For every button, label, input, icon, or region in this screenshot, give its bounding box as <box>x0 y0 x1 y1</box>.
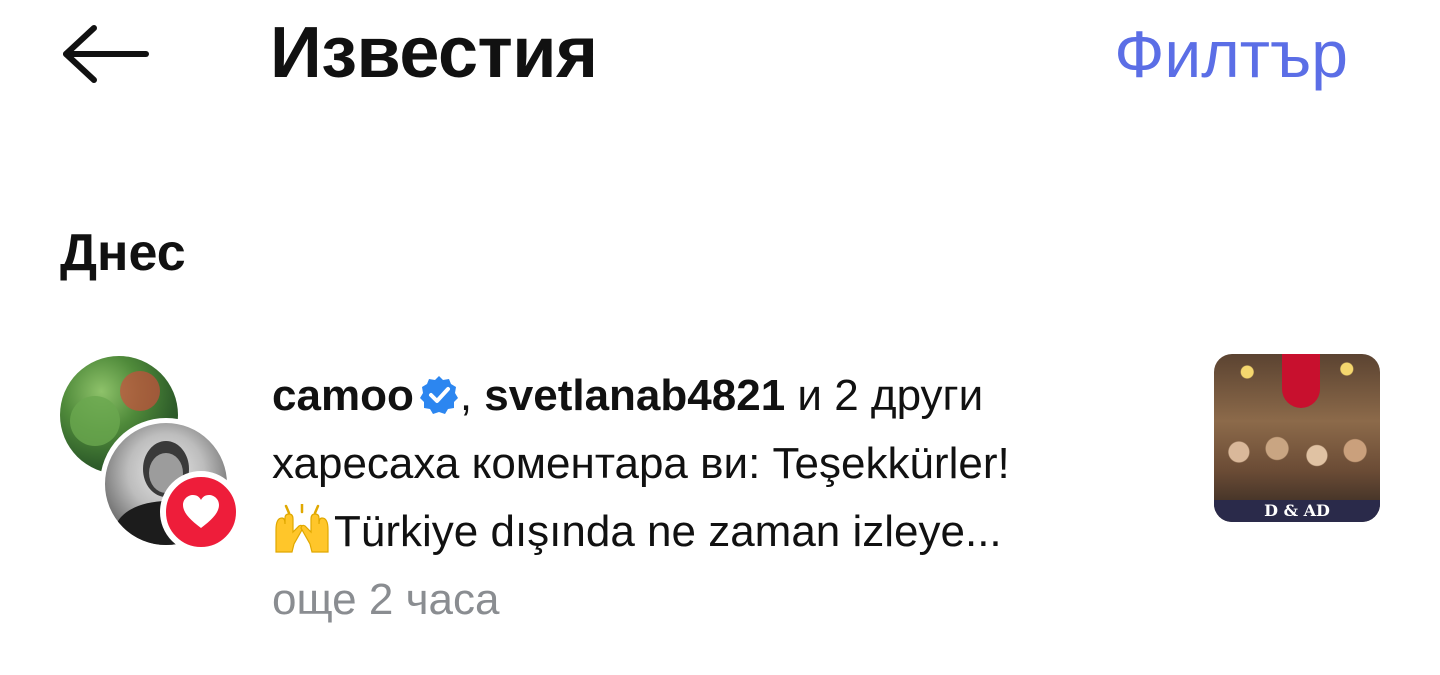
avatar-stack <box>60 356 242 553</box>
heart-icon <box>183 495 219 528</box>
action-text: харесаха коментара ви: Teşekkürler! <box>272 439 1010 488</box>
others-text: и 2 други <box>797 371 984 420</box>
heart-badge <box>160 471 242 553</box>
header-bar: Известия Филтър <box>0 0 1440 110</box>
section-title-today: Днес <box>60 224 186 282</box>
timestamp: още 2 часа <box>272 575 500 624</box>
back-button[interactable] <box>58 22 154 86</box>
arrow-left-icon <box>63 25 149 83</box>
comment-text: Türkiye dışında ne zaman izleye... <box>334 507 1002 556</box>
username-link[interactable]: camoo <box>272 371 414 420</box>
notification-item[interactable]: camoo , svetlanab4821 и 2 други харесаха… <box>0 340 1440 630</box>
raising-hands-emoji-icon <box>275 504 329 553</box>
filter-button[interactable]: Филтър <box>1114 12 1348 96</box>
separator: , <box>459 371 473 420</box>
username-link[interactable]: svetlanab4821 <box>484 371 785 420</box>
verified-badge-icon <box>419 376 458 414</box>
thumbnail-caption: D & AD <box>1214 500 1380 522</box>
post-thumbnail[interactable]: D & AD <box>1214 354 1380 522</box>
notification-text: camoo , svetlanab4821 и 2 други харесаха… <box>272 362 1172 634</box>
page-title: Известия <box>270 13 598 93</box>
